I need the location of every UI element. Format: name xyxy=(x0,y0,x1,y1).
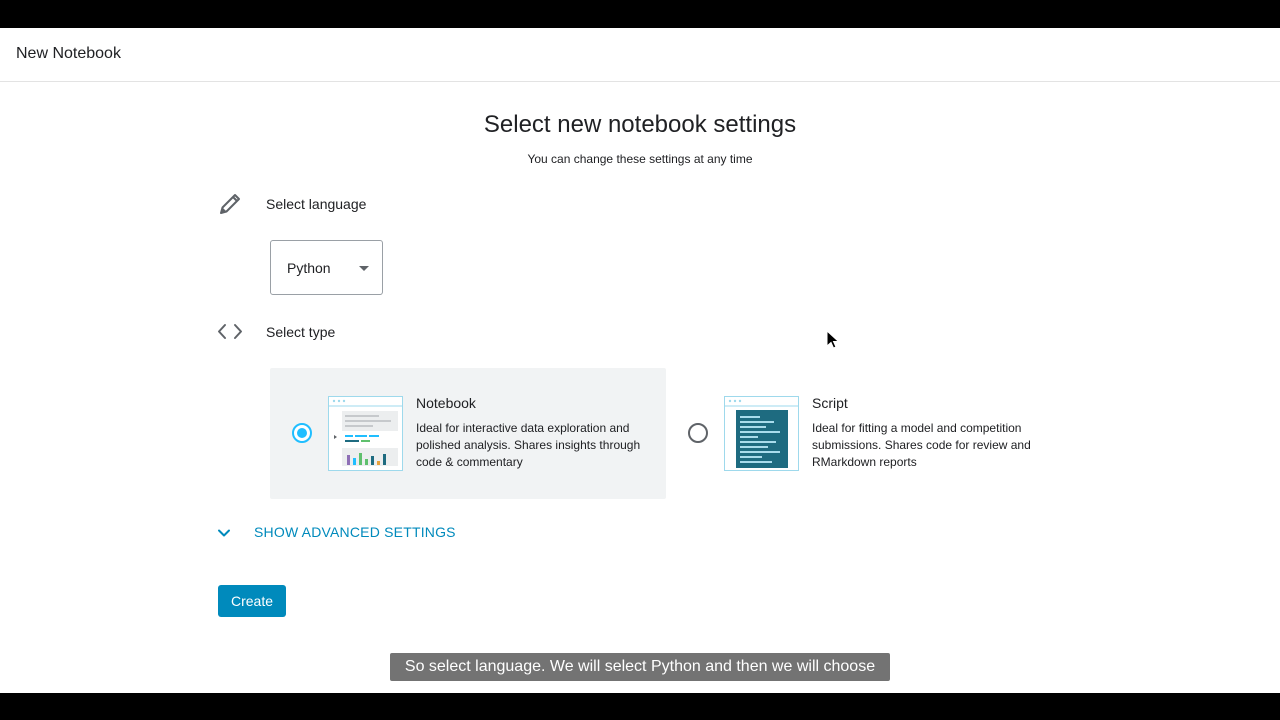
script-description: Ideal for fitting a model and competitio… xyxy=(812,421,1031,469)
notebook-radio[interactable] xyxy=(292,423,312,443)
page-title: Select new notebook settings xyxy=(483,111,797,138)
window-title: New Notebook xyxy=(16,45,121,62)
advanced-settings-label: SHOW ADVANCED SETTINGS xyxy=(254,524,456,540)
chevron-down-icon xyxy=(218,529,230,537)
notebook-description: Ideal for interactive data exploration a… xyxy=(416,421,641,469)
language-selected-value: Python xyxy=(287,260,331,276)
new-notebook-window: New Notebook Select new notebook setting… xyxy=(0,28,1280,693)
script-title: Script xyxy=(812,395,848,411)
script-radio[interactable] xyxy=(688,423,708,443)
type-option-script[interactable]: Script Ideal for fitting a model and com… xyxy=(666,368,1062,499)
select-language-label: Select language xyxy=(266,196,367,212)
notebook-title: Notebook xyxy=(416,395,476,411)
video-caption: So select language. We will select Pytho… xyxy=(390,653,890,681)
pencil-icon xyxy=(220,194,240,214)
mouse-cursor-icon xyxy=(826,330,840,349)
create-button[interactable]: Create xyxy=(218,585,286,617)
page-subtitle: You can change these settings at any tim… xyxy=(527,152,753,166)
caret-down-icon xyxy=(359,266,369,271)
language-dropdown[interactable]: Python xyxy=(270,240,383,295)
type-option-notebook[interactable]: Notebook Ideal for interactive data expl… xyxy=(270,368,666,499)
notebook-thumbnail-icon xyxy=(328,396,403,471)
top-bar: New Notebook xyxy=(0,28,1280,82)
code-brackets-icon xyxy=(218,324,242,339)
script-thumbnail-icon xyxy=(724,396,799,471)
select-type-label: Select type xyxy=(266,324,336,340)
